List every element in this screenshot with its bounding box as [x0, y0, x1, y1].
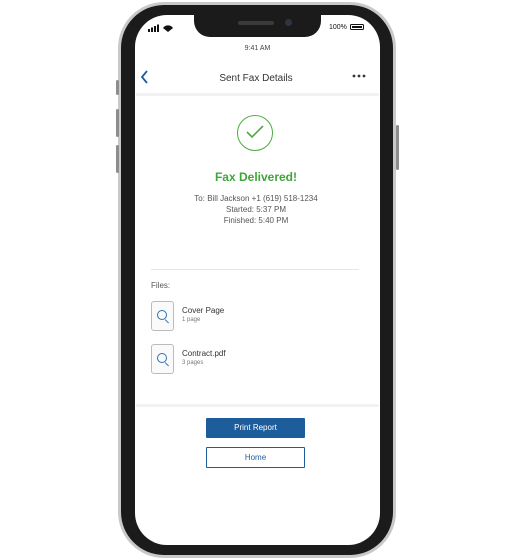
document-magnifier-icon — [151, 344, 174, 374]
file-page-count: 3 pages — [182, 360, 204, 366]
chevron-left-icon — [140, 70, 148, 84]
more-horizontal-icon — [352, 74, 366, 78]
file-item[interactable]: Contract.pdf 3 pages — [150, 343, 350, 375]
file-item[interactable]: Cover Page 1 page — [150, 300, 350, 332]
home-button[interactable]: Home — [206, 447, 305, 468]
files-label: Files: — [151, 281, 171, 290]
battery-percentage: 100% — [329, 24, 347, 31]
checkmark-circle-icon — [237, 115, 273, 151]
notch — [194, 15, 321, 37]
volume-down-button — [116, 145, 119, 173]
finished-time: Finished: 5:40 PM — [223, 216, 289, 225]
speaker-grille — [238, 21, 274, 25]
mute-switch — [116, 80, 119, 95]
document-magnifier-icon — [151, 301, 174, 331]
file-name: Contract.pdf — [182, 349, 226, 358]
action-divider — [136, 404, 379, 407]
front-camera — [285, 19, 292, 26]
print-report-button[interactable]: Print Report — [206, 418, 305, 438]
file-name: Cover Page — [182, 306, 225, 315]
file-page-count: 1 page — [182, 317, 201, 323]
started-time: Started: 5:37 PM — [225, 205, 287, 214]
more-button[interactable] — [352, 70, 366, 82]
battery-icon — [350, 24, 364, 30]
page-title: Sent Fax Details — [219, 73, 293, 84]
back-button[interactable] — [140, 70, 149, 88]
nav-divider — [136, 93, 379, 96]
recipient-line: To: Bill Jackson +1 (619) 518-1234 — [194, 194, 318, 203]
delivery-status-headline: Fax Delivered! — [214, 170, 298, 184]
volume-up-button — [116, 109, 119, 137]
power-button — [396, 125, 399, 170]
clock-time: 9:41 AM — [244, 45, 271, 52]
section-divider — [151, 269, 359, 270]
signal-icon — [148, 24, 174, 34]
